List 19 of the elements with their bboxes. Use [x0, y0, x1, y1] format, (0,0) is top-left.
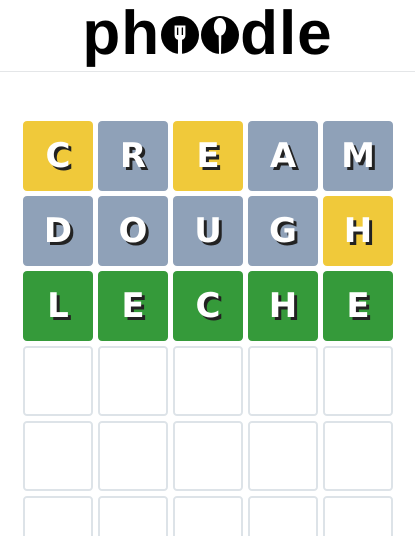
spoon-icon: [201, 16, 240, 54]
logo-text: ph: [82, 0, 160, 68]
letter-tile: D: [23, 196, 93, 266]
letter-tile: M: [323, 121, 393, 191]
letter-tile: R: [98, 121, 168, 191]
logo-text: dle: [240, 0, 333, 68]
letter-tile: E: [173, 121, 243, 191]
letter-tile: E: [98, 271, 168, 341]
letter-tile: C: [173, 271, 243, 341]
letter-tile: H: [323, 196, 393, 266]
letter-tile: L: [23, 271, 93, 341]
letter-tile: H: [248, 271, 318, 341]
letter-tile: C: [23, 121, 93, 191]
letter-tile: O: [98, 196, 168, 266]
letter-tile: E: [323, 271, 393, 341]
fork-icon: [161, 16, 200, 54]
letter-tile: G: [248, 196, 318, 266]
letter-tile: A: [248, 121, 318, 191]
letter-tile: U: [173, 196, 243, 266]
